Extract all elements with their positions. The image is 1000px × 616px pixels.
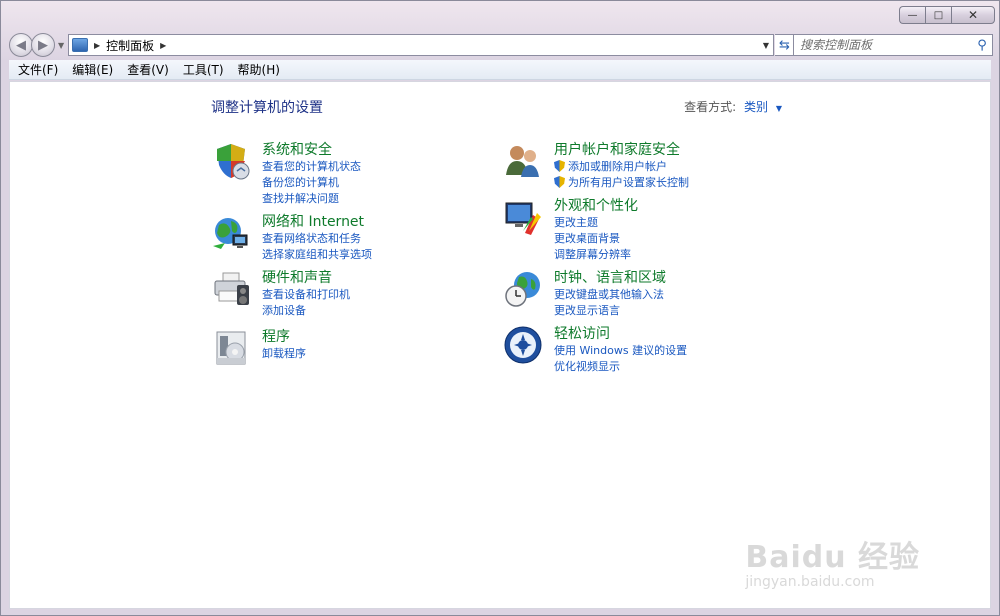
- hardware-sound-icon[interactable]: [211, 269, 251, 309]
- link-change-theme[interactable]: 更改主题: [554, 214, 631, 230]
- minimize-button[interactable]: —: [899, 6, 925, 24]
- category-title[interactable]: 程序: [262, 326, 290, 346]
- caption-buttons: — □ ✕: [899, 6, 995, 24]
- uac-shield-icon: [554, 176, 565, 188]
- category-links: 查看网络状态和任务 选择家庭组和共享选项: [262, 230, 372, 262]
- menu-view[interactable]: 查看(V): [120, 61, 176, 78]
- category-title[interactable]: 轻松访问: [554, 323, 610, 343]
- appearance-icon[interactable]: [503, 197, 543, 237]
- system-security-icon[interactable]: [211, 141, 251, 181]
- address-history-dropdown[interactable]: ▼: [763, 41, 769, 50]
- menu-help[interactable]: 帮助(H): [231, 61, 287, 78]
- uac-shield-icon: [554, 160, 565, 172]
- link-uninstall-program[interactable]: 卸载程序: [262, 345, 306, 361]
- link-parental-controls[interactable]: 为所有用户设置家长控制: [554, 174, 689, 190]
- category-column-left: 系统和安全 查看您的计算机状态 备份您的计算机 查找并解决问题 网络和 Inte…: [208, 137, 468, 380]
- menu-edit[interactable]: 编辑(E): [65, 61, 120, 78]
- menu-file[interactable]: 文件(F): [11, 61, 65, 78]
- link-label: 添加或删除用户帐户: [568, 160, 667, 173]
- category-ease-of-access: 轻松访问 使用 Windows 建议的设置 优化视频显示: [500, 321, 760, 377]
- category-network-internet: 网络和 Internet 查看网络状态和任务 选择家庭组和共享选项: [208, 209, 468, 265]
- category-links: 更改键盘或其他输入法 更改显示语言: [554, 286, 664, 318]
- category-system-security: 系统和安全 查看您的计算机状态 备份您的计算机 查找并解决问题: [208, 137, 468, 209]
- link-screen-resolution[interactable]: 调整屏幕分辨率: [554, 246, 631, 262]
- watermark-url: jingyan.baidu.com: [745, 574, 875, 590]
- category-title[interactable]: 系统和安全: [262, 139, 332, 159]
- view-by: 查看方式: 类别 ▼: [684, 98, 782, 115]
- address-bar[interactable]: ▶ 控制面板 ▶ ▼: [68, 34, 774, 56]
- search-input[interactable]: [800, 36, 972, 54]
- category-column-right: 用户帐户和家庭安全 添加或删除用户帐户 为所有用户设置家长控制 外观和个性化 更…: [500, 137, 760, 377]
- control-panel-window: — □ ✕ ◀ ▶ ▼ ▶ 控制面板 ▶ ▼ ⇆ ⚲ 文件(F) 编辑(E) 查…: [0, 0, 1000, 616]
- breadcrumb-chevron-icon[interactable]: ▶: [160, 41, 166, 50]
- category-title[interactable]: 用户帐户和家庭安全: [554, 139, 680, 159]
- page-title: 调整计算机的设置: [211, 100, 323, 116]
- user-accounts-icon[interactable]: [503, 141, 543, 181]
- category-links: 使用 Windows 建议的设置 优化视频显示: [554, 342, 687, 374]
- category-title[interactable]: 网络和 Internet: [262, 211, 364, 231]
- network-internet-icon[interactable]: [211, 213, 251, 253]
- clock-language-icon[interactable]: [503, 269, 543, 309]
- refresh-icon: ⇆: [779, 37, 790, 53]
- maximize-button[interactable]: □: [925, 6, 951, 24]
- breadcrumb-chevron-icon[interactable]: ▶: [94, 41, 100, 50]
- ease-of-access-icon[interactable]: [503, 325, 543, 365]
- programs-icon[interactable]: [211, 328, 251, 368]
- search-icon[interactable]: ⚲: [972, 38, 992, 53]
- search-box[interactable]: ⚲: [793, 34, 993, 56]
- forward-arrow-icon: ▶: [38, 37, 48, 53]
- link-display-language[interactable]: 更改显示语言: [554, 302, 664, 318]
- content-area: 调整计算机的设置 查看方式: 类别 ▼ 系统和安全 查看您的计算机状态 备份您的…: [9, 81, 991, 609]
- category-user-accounts: 用户帐户和家庭安全 添加或删除用户帐户 为所有用户设置家长控制: [500, 137, 760, 193]
- category-programs: 程序 卸载程序: [208, 324, 468, 380]
- category-title[interactable]: 硬件和声音: [262, 267, 332, 287]
- link-keyboard-input[interactable]: 更改键盘或其他输入法: [554, 286, 664, 302]
- link-desktop-background[interactable]: 更改桌面背景: [554, 230, 631, 246]
- link-backup-computer[interactable]: 备份您的计算机: [262, 174, 361, 190]
- link-windows-recommended-settings[interactable]: 使用 Windows 建议的设置: [554, 342, 687, 358]
- view-by-dropdown[interactable]: 类别: [744, 100, 768, 114]
- forward-button[interactable]: ▶: [31, 33, 55, 57]
- link-troubleshoot[interactable]: 查找并解决问题: [262, 190, 361, 206]
- control-panel-icon: [72, 38, 88, 52]
- category-links: 卸载程序: [262, 345, 306, 361]
- link-network-status[interactable]: 查看网络状态和任务: [262, 230, 372, 246]
- back-arrow-icon: ◀: [16, 37, 26, 53]
- category-title[interactable]: 时钟、语言和区域: [554, 267, 666, 287]
- recent-pages-dropdown[interactable]: ▼: [58, 41, 64, 50]
- category-appearance-personalization: 外观和个性化 更改主题 更改桌面背景 调整屏幕分辨率: [500, 193, 760, 265]
- category-links: 更改主题 更改桌面背景 调整屏幕分辨率: [554, 214, 631, 262]
- breadcrumb-control-panel[interactable]: 控制面板: [106, 37, 154, 54]
- baidu-watermark: Baidu 经验 jingyan.baidu.com: [745, 532, 920, 590]
- category-clock-language-region: 时钟、语言和区域 更改键盘或其他输入法 更改显示语言: [500, 265, 760, 321]
- link-label: 为所有用户设置家长控制: [568, 176, 689, 189]
- category-hardware-sound: 硬件和声音 查看设备和打印机 添加设备: [208, 265, 468, 324]
- link-add-remove-accounts[interactable]: 添加或删除用户帐户: [554, 158, 689, 174]
- back-button[interactable]: ◀: [9, 33, 33, 57]
- view-by-label: 查看方式:: [684, 100, 737, 114]
- category-links: 添加或删除用户帐户 为所有用户设置家长控制: [554, 158, 689, 190]
- navigation-bar: ◀ ▶ ▼ ▶ 控制面板 ▶ ▼ ⇆ ⚲: [9, 33, 993, 57]
- category-links: 查看设备和打印机 添加设备: [262, 286, 350, 318]
- watermark-logo: Baidu 经验: [745, 540, 920, 575]
- link-homegroup-sharing[interactable]: 选择家庭组和共享选项: [262, 246, 372, 262]
- link-view-computer-status[interactable]: 查看您的计算机状态: [262, 158, 361, 174]
- close-button[interactable]: ✕: [951, 6, 995, 24]
- menu-tools[interactable]: 工具(T): [176, 61, 231, 78]
- category-links: 查看您的计算机状态 备份您的计算机 查找并解决问题: [262, 158, 361, 206]
- link-devices-printers[interactable]: 查看设备和打印机: [262, 286, 350, 302]
- link-add-device[interactable]: 添加设备: [262, 302, 350, 318]
- category-title[interactable]: 外观和个性化: [554, 195, 638, 215]
- chevron-down-icon[interactable]: ▼: [776, 104, 782, 113]
- link-optimize-video-display[interactable]: 优化视频显示: [554, 358, 687, 374]
- menu-bar: 文件(F) 编辑(E) 查看(V) 工具(T) 帮助(H): [9, 60, 991, 80]
- refresh-button[interactable]: ⇆: [775, 34, 795, 56]
